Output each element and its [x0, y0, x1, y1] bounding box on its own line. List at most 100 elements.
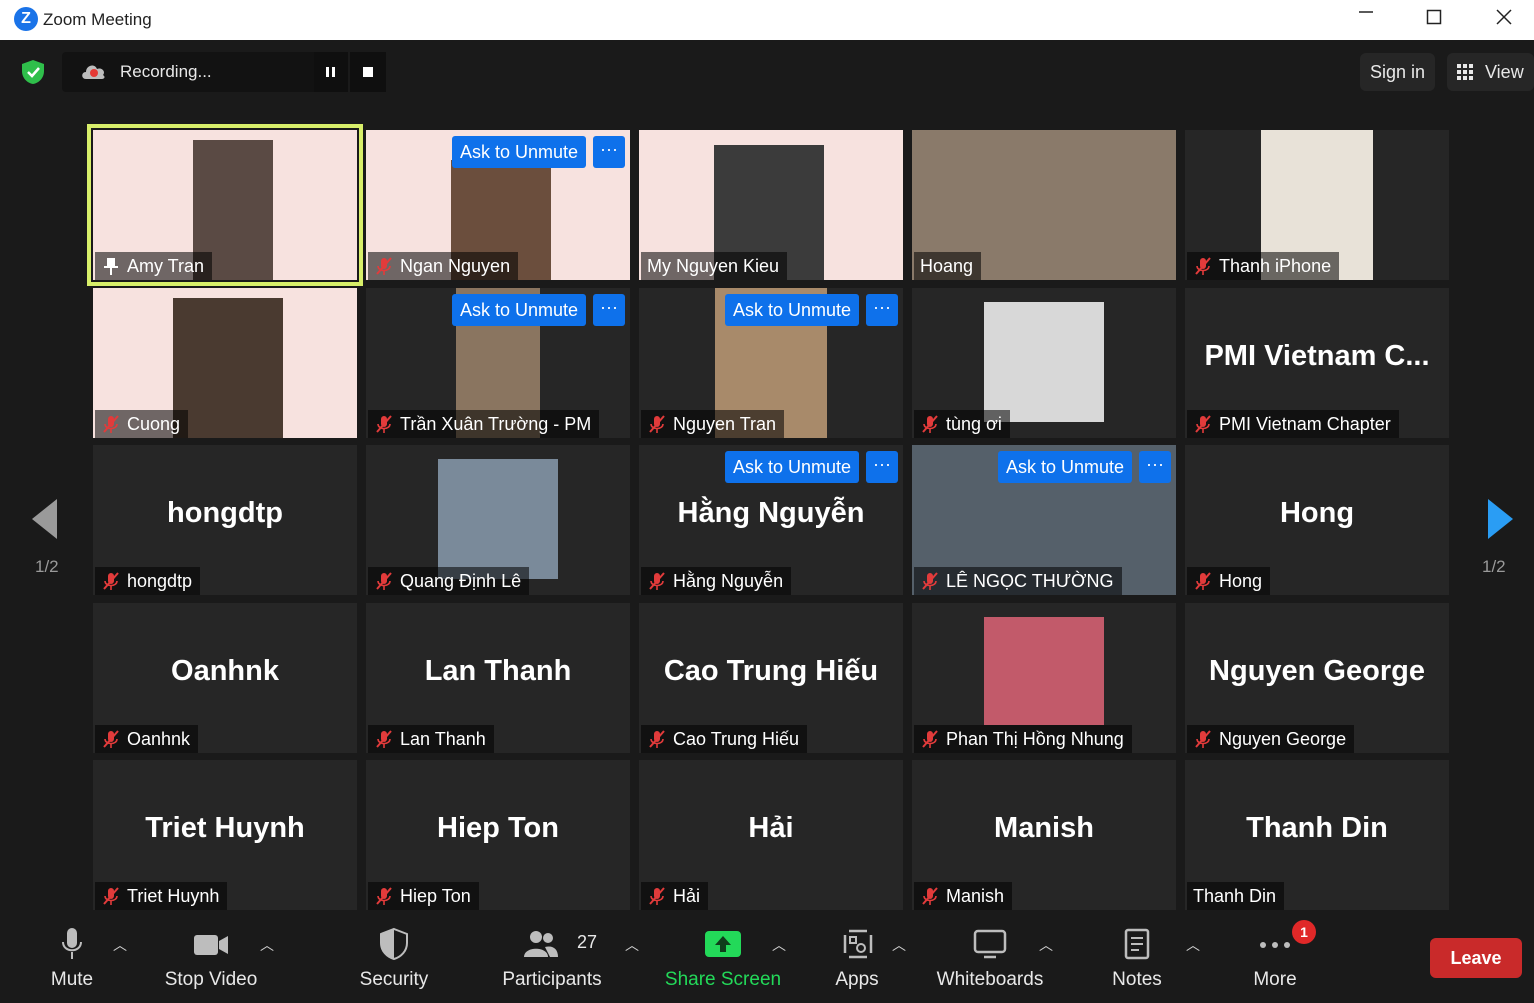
video-tile-oanhnk[interactable]: Oanhnk Oanhnk — [93, 603, 357, 753]
maximize-icon[interactable] — [1414, 6, 1454, 34]
ask-to-unmute-button[interactable]: Ask to Unmute — [998, 451, 1133, 483]
close-icon[interactable] — [1484, 6, 1524, 34]
video-tile-triet-huynh[interactable]: Triet Huynh Triet Huynh — [93, 760, 357, 910]
participant-display-name: Lan Thanh — [424, 655, 572, 687]
video-tile-tran-xuan-truong-pm[interactable]: Trần Xuân Trường - PM Ask to Unmute ··· — [366, 288, 630, 438]
participant-video-image — [984, 617, 1104, 725]
video-tile-hoang[interactable]: Hoang — [912, 130, 1176, 280]
video-tile-le-ngoc-thuong[interactable]: LÊ NGỌC THƯỜNG Ask to Unmute ··· — [912, 445, 1176, 595]
participant-name: Thanh Din — [1193, 886, 1277, 906]
video-tile-phan-thi-hong-nhung[interactable]: Phan Thị Hồng Nhung — [912, 603, 1176, 753]
grid-view-icon — [1457, 64, 1473, 80]
participant-name: Thanh iPhone — [1219, 256, 1332, 276]
video-options-caret-icon[interactable]: ︿ — [259, 935, 275, 953]
share-screen-button[interactable]: Share Screen — [664, 913, 782, 1003]
video-tile-hongdtp[interactable]: hongdtp hongdtp — [93, 445, 357, 595]
muted-microphone-icon — [376, 730, 392, 748]
notes-button[interactable]: Notes — [1104, 913, 1170, 1003]
muted-microphone-icon — [1195, 415, 1211, 433]
video-tile-nguyen-george[interactable]: Nguyen George Nguyen George — [1185, 603, 1449, 753]
muted-microphone-icon — [376, 415, 392, 433]
participant-name: Cao Trung Hiếu — [673, 729, 800, 749]
share-options-caret-icon[interactable]: ︿ — [771, 935, 787, 953]
tile-more-options-icon[interactable]: ··· — [593, 136, 625, 168]
muted-microphone-icon — [922, 572, 938, 590]
video-tile-ngan-nguyen[interactable]: Ngan Nguyen Ask to Unmute ··· — [366, 130, 630, 280]
pause-recording-button[interactable] — [314, 52, 348, 92]
video-tile-hiep-ton[interactable]: Hiep Ton Hiep Ton — [366, 760, 630, 910]
ask-to-unmute-button[interactable]: Ask to Unmute — [452, 294, 587, 326]
ask-to-unmute-button[interactable]: Ask to Unmute — [452, 136, 587, 168]
participant-name-label: Lan Thanh — [368, 725, 494, 753]
participant-name: Ngan Nguyen — [400, 256, 511, 276]
participant-name: Hằng Nguyễn — [673, 571, 784, 591]
video-tile-cuong[interactable]: Cuong — [93, 288, 357, 438]
participants-label: Participants — [502, 969, 602, 990]
minimize-icon[interactable] — [1346, 6, 1386, 34]
participant-name-label: LÊ NGỌC THƯỜNG — [914, 567, 1122, 595]
notes-icon — [1124, 928, 1150, 960]
participant-name-label: Hiep Ton — [368, 882, 479, 910]
sign-in-button[interactable]: Sign in — [1360, 53, 1436, 91]
video-tile-cao-trung-hieu[interactable]: Cao Trung Hiếu Cao Trung Hiếu — [639, 603, 903, 753]
whiteboards-button[interactable]: Whiteboards — [930, 913, 1050, 1003]
participant-display-name: Hằng Nguyễn — [677, 497, 865, 529]
security-shield-icon — [380, 927, 408, 961]
stop-video-button[interactable]: Stop Video — [160, 913, 262, 1003]
participant-name-label: My Nguyen Kieu — [641, 252, 788, 280]
tile-more-options-icon[interactable]: ··· — [1139, 451, 1171, 483]
stop-recording-button[interactable] — [350, 52, 386, 92]
video-tile-nguyen-tran[interactable]: Nguyen Tran Ask to Unmute ··· — [639, 288, 903, 438]
audio-options-caret-icon[interactable]: ︿ — [112, 935, 128, 953]
window-title: Zoom Meeting — [43, 10, 152, 29]
video-tile-hang-nguyen[interactable]: Hằng Nguyễn Hằng Nguyễn Ask to Unmute ··· — [639, 445, 903, 595]
participants-button[interactable]: Participants — [498, 913, 606, 1003]
video-tile-manish[interactable]: Manish Manish — [912, 760, 1176, 910]
participant-name: Manish — [946, 886, 1005, 906]
encryption-shield-icon[interactable] — [20, 59, 46, 85]
participant-name-label: PMI Vietnam Chapter — [1187, 410, 1399, 438]
participant-name: Trần Xuân Trường - PM — [400, 414, 592, 434]
participant-name: Hiep Ton — [400, 886, 471, 906]
previous-page-icon[interactable] — [32, 499, 57, 539]
tile-more-options-icon[interactable]: ··· — [593, 294, 625, 326]
ask-to-unmute-button[interactable]: Ask to Unmute — [725, 451, 860, 483]
video-tile-amy-tran[interactable]: Amy Tran — [93, 130, 357, 280]
video-tile-hong[interactable]: Hong Hong — [1185, 445, 1449, 595]
ask-to-unmute-button[interactable]: Ask to Unmute — [725, 294, 860, 326]
notes-options-caret-icon[interactable]: ︿ — [1185, 935, 1201, 953]
apps-options-caret-icon[interactable]: ︿ — [891, 935, 907, 953]
participant-name-label: Nguyen Tran — [641, 410, 785, 438]
apps-button[interactable]: Apps — [822, 913, 892, 1003]
muted-microphone-icon — [649, 415, 665, 433]
participant-name-label: hongdtp — [95, 567, 201, 595]
tile-more-options-icon[interactable]: ··· — [866, 451, 898, 483]
participants-options-caret-icon[interactable]: ︿ — [624, 935, 640, 953]
whiteboards-options-caret-icon[interactable]: ︿ — [1038, 935, 1054, 953]
video-tile-pmi-vietnam-chapter[interactable]: PMI Vietnam C... PMI Vietnam Chapter — [1185, 288, 1449, 438]
share-screen-icon — [705, 931, 741, 957]
video-tile-thanh-din[interactable]: Thanh Din Thanh Din — [1185, 760, 1449, 910]
page-indicator-right: 1/2 — [1482, 557, 1506, 576]
video-tile-tung-oi[interactable]: tùng ơi — [912, 288, 1176, 438]
participant-name-label: Triet Huynh — [95, 882, 228, 910]
participant-display-name: Manish — [994, 812, 1094, 844]
view-button[interactable]: View — [1447, 53, 1534, 91]
muted-microphone-icon — [1195, 572, 1211, 590]
muted-microphone-icon — [376, 572, 392, 590]
participant-name: Cuong — [127, 414, 181, 434]
next-page-icon[interactable] — [1488, 499, 1513, 539]
video-tile-quang-inh-le[interactable]: Quang Định Lê — [366, 445, 630, 595]
participant-name-label: Thanh Din — [1187, 882, 1285, 910]
video-tile-my-nguyen-kieu[interactable]: My Nguyen Kieu — [639, 130, 903, 280]
tile-more-options-icon[interactable]: ··· — [866, 294, 898, 326]
leave-button[interactable]: Leave — [1430, 938, 1522, 978]
video-tile-lan-thanh[interactable]: Lan Thanh Lan Thanh — [366, 603, 630, 753]
security-button[interactable]: Security — [350, 913, 438, 1003]
video-tile-thanh-iphone[interactable]: Thanh iPhone — [1185, 130, 1449, 280]
video-tile-hai[interactable]: Hải Hải — [639, 760, 903, 910]
participant-name-label: Amy Tran — [95, 252, 213, 280]
muted-microphone-icon — [649, 887, 665, 905]
mute-button[interactable]: Mute — [30, 913, 114, 1003]
whiteboard-icon — [973, 929, 1007, 959]
